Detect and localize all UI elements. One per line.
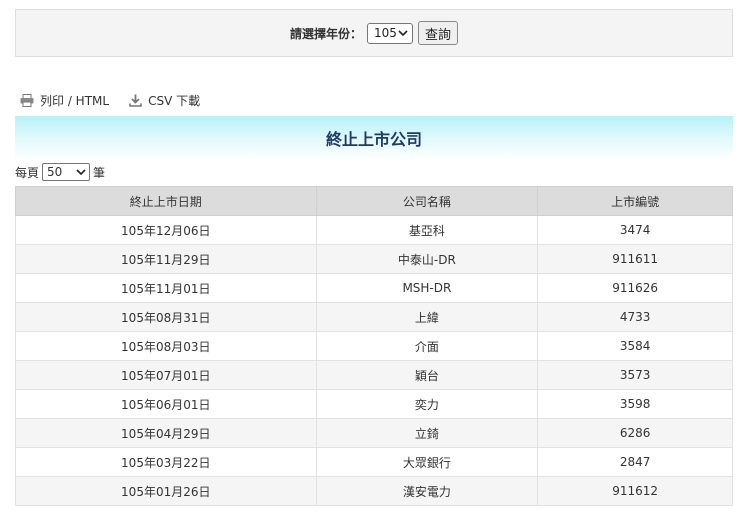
table-row: 105年11月01日 MSH-DR 911626 xyxy=(15,273,733,303)
delisting-date-cell: 105年11月29日 xyxy=(15,244,317,274)
listing-code-cell: 911611 xyxy=(537,244,733,274)
company-name-cell: 漢安電力 xyxy=(315,476,539,506)
column-header-delisting-date[interactable]: 終止上市日期 xyxy=(15,186,317,216)
delisting-date-cell: 105年01月26日 xyxy=(15,476,317,506)
table-row: 105年08月03日 介面 3584 xyxy=(15,331,733,361)
page-size-control: 每頁 50 筆 xyxy=(15,163,105,181)
title-bar: 終止上市公司 xyxy=(15,116,733,160)
table-header-row: 終止上市日期 公司名稱 上市編號 xyxy=(15,186,733,216)
delisting-date-cell: 105年12月06日 xyxy=(15,215,317,245)
year-select-value: 105 xyxy=(374,26,397,40)
listing-code-cell: 3598 xyxy=(537,389,733,419)
company-name-cell: 上緯 xyxy=(315,302,539,332)
listing-code-cell: 3474 xyxy=(537,215,733,245)
year-filter-panel: 請選擇年份： 105 查詢 xyxy=(15,9,733,57)
column-header-listing-code[interactable]: 上市編號 xyxy=(537,186,733,216)
csv-download-label: CSV 下載 xyxy=(148,94,201,108)
listing-code-cell: 6286 xyxy=(537,418,733,448)
table-row: 105年08月31日 上緯 4733 xyxy=(15,302,733,332)
delisted-companies-table: 終止上市日期 公司名稱 上市編號 105年12月06日 基亞科 3474 105… xyxy=(15,186,733,506)
query-button[interactable]: 查詢 xyxy=(418,21,459,45)
delisting-date-cell: 105年08月03日 xyxy=(15,331,317,361)
company-name-cell: 基亞科 xyxy=(315,215,539,245)
year-select[interactable]: 105 xyxy=(367,22,413,44)
csv-download-button[interactable]: CSV 下載 xyxy=(129,92,200,109)
delisting-date-cell: 105年08月31日 xyxy=(15,302,317,332)
company-name-cell: MSH-DR xyxy=(315,273,539,303)
print-html-label: 列印 / HTML xyxy=(40,94,110,108)
company-name-cell: 中泰山-DR xyxy=(315,244,539,274)
delisting-date-cell: 105年11月01日 xyxy=(15,273,317,303)
table-row: 105年03月22日 大眾銀行 2847 xyxy=(15,447,733,477)
listing-code-cell: 3584 xyxy=(537,331,733,361)
delisting-date-cell: 105年03月22日 xyxy=(15,447,317,477)
page-size-suffix: 筆 xyxy=(93,165,106,180)
company-name-cell: 介面 xyxy=(315,331,539,361)
page-size-prefix: 每頁 xyxy=(15,165,40,180)
listing-code-cell: 4733 xyxy=(537,302,733,332)
download-icon xyxy=(129,94,142,107)
delisting-date-cell: 105年04月29日 xyxy=(15,418,317,448)
listing-code-cell: 911612 xyxy=(537,476,733,506)
company-name-cell: 大眾銀行 xyxy=(315,447,539,477)
delisting-date-cell: 105年07月01日 xyxy=(15,360,317,390)
table-row: 105年01月26日 漢安電力 911612 xyxy=(15,476,733,506)
table-row: 105年07月01日 穎台 3573 xyxy=(15,360,733,390)
company-name-cell: 穎台 xyxy=(315,360,539,390)
year-filter-label: 請選擇年份： xyxy=(289,26,362,41)
table-row: 105年06月01日 奕力 3598 xyxy=(15,389,733,419)
page-title: 終止上市公司 xyxy=(325,130,422,149)
listing-code-cell: 3573 xyxy=(537,360,733,390)
company-name-cell: 奕力 xyxy=(315,389,539,419)
toolbar: 列印 / HTML CSV 下載 xyxy=(20,92,200,109)
printer-icon xyxy=(20,94,34,107)
table-row: 105年11月29日 中泰山-DR 911611 xyxy=(15,244,733,274)
page-size-select[interactable]: 50 xyxy=(42,163,91,181)
delisting-date-cell: 105年06月01日 xyxy=(15,389,317,419)
listing-code-cell: 911626 xyxy=(537,273,733,303)
chevron-down-icon xyxy=(398,30,408,36)
company-name-cell: 立錡 xyxy=(315,418,539,448)
print-html-button[interactable]: 列印 / HTML xyxy=(20,92,109,109)
column-header-company-name[interactable]: 公司名稱 xyxy=(315,186,539,216)
table-row: 105年12月06日 基亞科 3474 xyxy=(15,215,733,245)
table-row: 105年04月29日 立錡 6286 xyxy=(15,418,733,448)
page-size-value: 50 xyxy=(47,165,63,179)
chevron-down-icon xyxy=(76,169,86,175)
listing-code-cell: 2847 xyxy=(537,447,733,477)
